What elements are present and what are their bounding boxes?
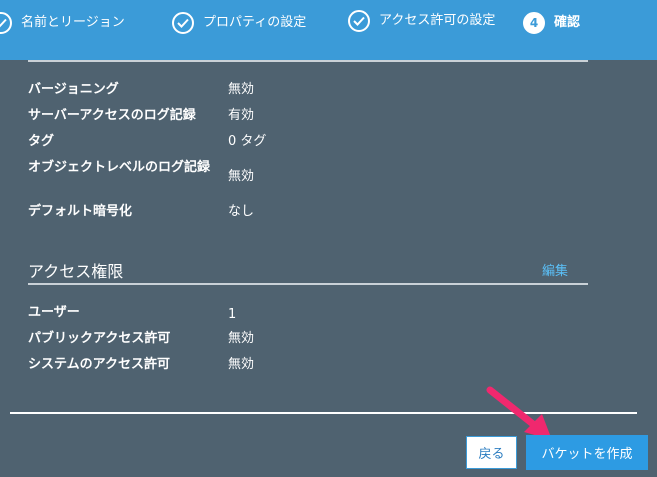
pointer-arrow-icon	[486, 386, 552, 440]
access-key: ユーザー	[28, 305, 80, 320]
access-key: パブリックアクセス許可	[28, 331, 171, 346]
step-permissions[interactable]: アクセス許可の設定	[348, 10, 508, 32]
access-value: 無効	[228, 331, 255, 346]
step-properties[interactable]: プロパティの設定	[172, 12, 306, 34]
step-label: アクセス許可の設定	[379, 13, 496, 28]
edit-link[interactable]: 編集	[542, 260, 568, 279]
property-value: 無効	[228, 169, 255, 184]
check-circle-icon	[348, 10, 370, 32]
step-label: 確認	[554, 15, 581, 30]
property-key: オブジェクトレベルのログ記録	[28, 160, 211, 175]
property-value: 無効	[228, 82, 255, 97]
property-key: サーバーアクセスのログ記録	[28, 108, 196, 123]
property-key: タグ	[28, 134, 55, 149]
property-key: デフォルト暗号化	[28, 204, 133, 219]
step-number: 4	[523, 12, 545, 34]
check-circle-icon	[0, 12, 12, 34]
divider	[28, 60, 588, 62]
property-key: バージョニング	[28, 82, 119, 97]
step-name-and-region[interactable]: 名前とリージョン	[0, 12, 125, 34]
step-label: プロパティの設定	[203, 15, 307, 30]
step-label: 名前とリージョン	[21, 15, 125, 30]
wizard-step-bar: 名前とリージョン プロパティの設定 アクセス許可の設定 4 確認	[0, 0, 657, 60]
check-circle-icon	[172, 12, 194, 34]
create-bucket-button[interactable]: バケットを作成	[526, 435, 648, 470]
divider	[28, 283, 588, 285]
back-button[interactable]: 戻る	[466, 436, 517, 469]
step-review: 4 確認	[523, 12, 580, 34]
property-value: 0 タグ	[228, 134, 267, 149]
access-key: システムのアクセス許可	[28, 357, 170, 372]
property-value: 有効	[228, 108, 255, 123]
access-value: 無効	[228, 357, 255, 372]
property-value: なし	[228, 204, 255, 219]
access-value: 1	[228, 307, 237, 322]
section-title: アクセス権限	[28, 262, 124, 281]
